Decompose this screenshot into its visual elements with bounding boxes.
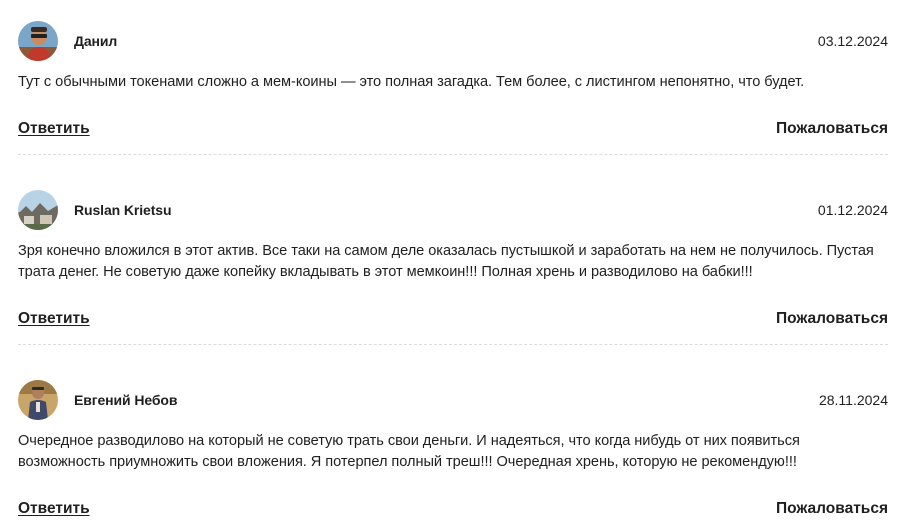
- user-photo-avatar: [18, 380, 58, 420]
- comment-author: Ruslan Krietsu: [74, 202, 172, 218]
- user-photo-avatar: [18, 21, 58, 61]
- comment-date: 01.12.2024: [817, 202, 888, 218]
- comment-item: Ruslan Krietsu 01.12.2024 Зря конечно вл…: [18, 189, 888, 327]
- landscape-photo-avatar: [18, 190, 58, 230]
- comment-divider: [18, 154, 888, 155]
- comment-text: Очередное разводилово на который не сове…: [18, 433, 800, 470]
- reply-link[interactable]: Ответить: [18, 500, 90, 518]
- comment-text: Тут с обычными токенами сложно а мем-кои…: [18, 74, 805, 90]
- report-link[interactable]: Пожаловаться: [776, 120, 888, 138]
- comment-author: Данил: [74, 33, 118, 49]
- reply-link[interactable]: Ответить: [18, 310, 90, 328]
- comment-item: Евгений Небов 28.11.2024 Очередное разво…: [18, 379, 888, 517]
- report-link[interactable]: Пожаловаться: [776, 310, 888, 328]
- comment-header: Евгений Небов 28.11.2024: [18, 379, 888, 421]
- comment-text: Зря конечно вложился в этот актив. Все т…: [18, 243, 874, 280]
- comment-actions: Ответить Пожаловаться: [18, 500, 888, 518]
- report-link[interactable]: Пожаловаться: [776, 500, 888, 518]
- comment-actions: Ответить Пожаловаться: [18, 310, 888, 328]
- comment-item: Данил 03.12.2024 Тут с обычными токенами…: [18, 20, 888, 137]
- comment-actions: Ответить Пожаловаться: [18, 120, 888, 138]
- comment-date: 03.12.2024: [817, 33, 888, 49]
- comment-header: Ruslan Krietsu 01.12.2024: [18, 189, 888, 231]
- comment-author: Евгений Небов: [74, 392, 178, 408]
- comment-divider: [18, 344, 888, 345]
- comment-date: 28.11.2024: [818, 392, 888, 408]
- reply-link[interactable]: Ответить: [18, 120, 90, 138]
- comments-list: Данил 03.12.2024 Тут с обычными токенами…: [0, 0, 907, 521]
- comment-header: Данил 03.12.2024: [18, 20, 888, 62]
